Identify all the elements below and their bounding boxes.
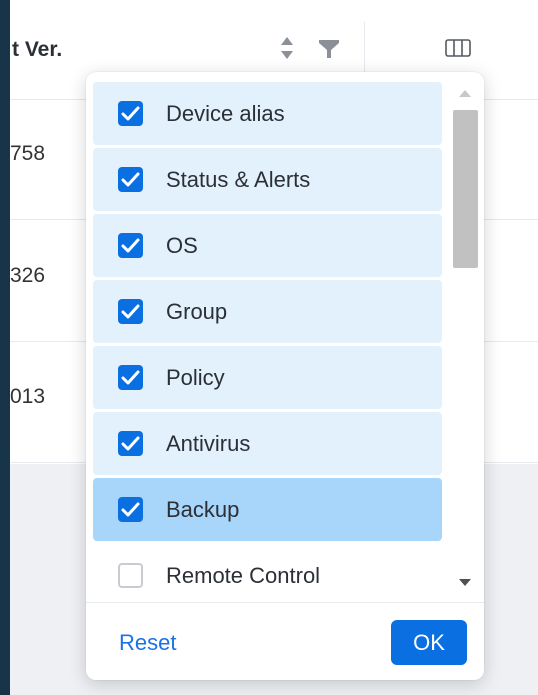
column-picker-list: Device alias Status & Alerts OS Group Po [93,82,443,672]
columns-icon[interactable] [445,38,471,58]
checkbox[interactable] [118,299,143,324]
checkmark-icon [121,304,140,319]
column-option-antivirus[interactable]: Antivirus [93,412,442,475]
ok-button[interactable]: OK [391,620,467,665]
checkbox[interactable] [118,563,143,588]
column-option-os[interactable]: OS [93,214,442,277]
scroll-down-arrow-icon[interactable] [459,579,471,586]
column-option-label: OS [166,233,198,258]
header-divider [364,22,365,72]
column-option-remote-control[interactable]: Remote Control [93,544,442,607]
checkmark-icon [121,370,140,385]
checkmark-icon [121,436,140,451]
checkbox[interactable] [118,233,143,258]
column-header-label[interactable]: t Ver. [12,38,62,62]
filter-icon[interactable] [318,38,340,60]
version-cell: 758 [10,142,46,165]
version-cell: 013 [10,385,46,408]
scroll-up-arrow-icon[interactable] [459,90,471,97]
dropdown-scrollbar[interactable] [451,82,479,602]
checkmark-icon [121,172,140,187]
column-option-label: Group [166,299,228,324]
checkmark-icon [121,106,140,121]
column-picker-dropdown: Device alias Status & Alerts OS Group Po [86,72,484,680]
column-option-label: Policy [166,365,225,390]
column-option-label: Backup [166,497,240,522]
reset-button[interactable]: Reset [119,630,176,656]
column-option-status-alerts[interactable]: Status & Alerts [93,148,442,211]
sidebar-edge [0,0,10,695]
column-option-policy[interactable]: Policy [93,346,442,409]
column-option-label: Device alias [166,101,285,126]
column-option-backup[interactable]: Backup [93,478,442,541]
column-option-label: Antivirus [166,431,251,456]
checkmark-icon [121,502,140,517]
scroll-thumb[interactable] [453,110,478,268]
column-option-group[interactable]: Group [93,280,442,343]
checkbox[interactable] [118,431,143,456]
checkbox[interactable] [118,167,143,192]
column-option-label: Remote Control [166,563,321,588]
column-option-device-alias[interactable]: Device alias [93,82,442,145]
checkbox[interactable] [118,365,143,390]
checkmark-icon [121,238,140,253]
sort-icon[interactable] [278,32,296,64]
checkbox[interactable] [118,101,143,126]
column-option-label: Status & Alerts [166,167,311,192]
dropdown-footer: Reset OK [86,602,484,680]
checkbox[interactable] [118,497,143,522]
version-cell: 326 [10,264,46,287]
